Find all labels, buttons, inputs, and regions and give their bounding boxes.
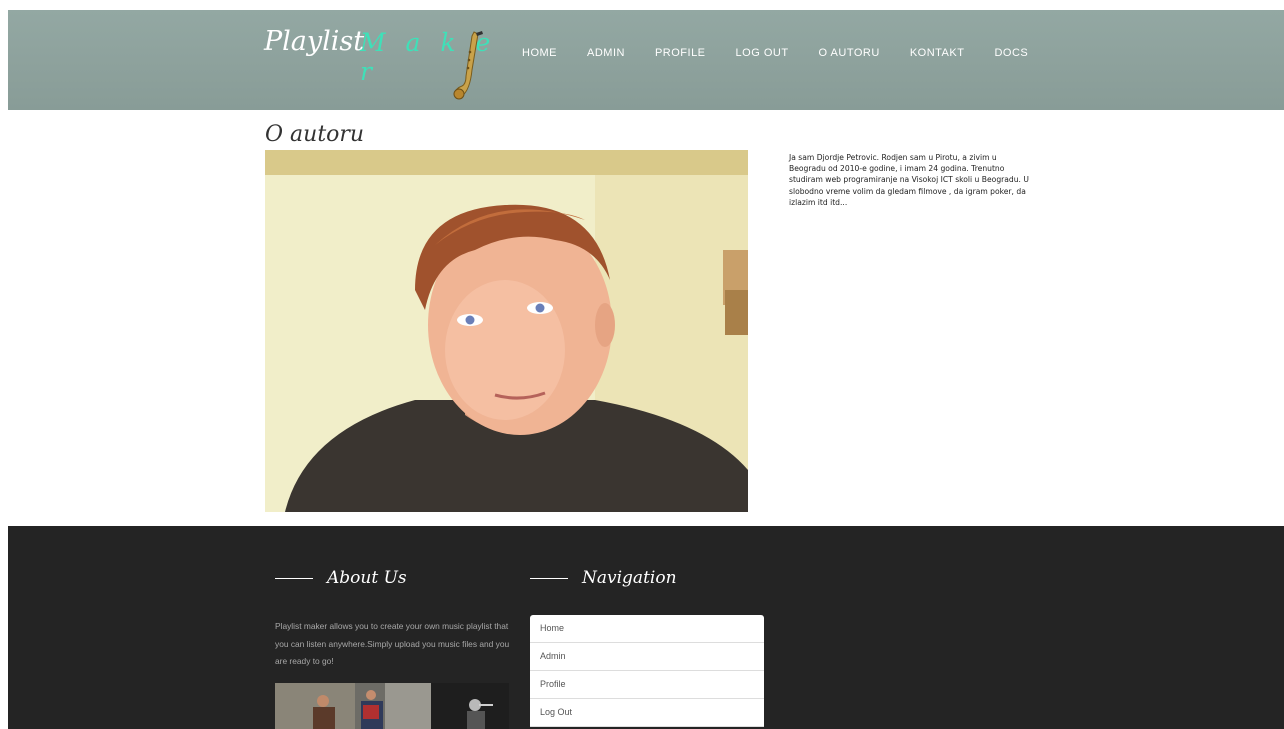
footer-nav-home[interactable]: Home <box>530 615 764 643</box>
page-title: O autoru <box>265 122 365 147</box>
heading-line <box>530 577 568 579</box>
footer-nav-profile[interactable]: Profile <box>530 671 764 699</box>
author-bio: Ja sam Djordje Petrovic. Rodjen sam u Pi… <box>789 153 1029 207</box>
brand-main-text: Playlist <box>264 26 365 57</box>
gallery-image-performers[interactable] <box>275 683 431 729</box>
saxophone-icon <box>453 31 483 100</box>
nav-profile[interactable]: PROFILE <box>640 46 721 60</box>
heading-line <box>275 577 313 579</box>
site-footer: About Us Playlist maker allows you to cr… <box>8 526 1284 729</box>
footer-nav-admin[interactable]: Admin <box>530 643 764 671</box>
footer-gallery <box>275 683 509 729</box>
page: Playlist M a k e r HOME ADMIN PROFILE LO… <box>8 10 1284 729</box>
main-nav: HOME ADMIN PROFILE LOG OUT O AUTORU KONT… <box>522 46 1043 60</box>
nav-o-autoru[interactable]: O AUTORU <box>804 46 895 60</box>
brand-logo[interactable]: Playlist M a k e r <box>264 24 504 104</box>
author-photo <box>265 150 748 512</box>
nav-admin[interactable]: ADMIN <box>572 46 640 60</box>
about-us-title: About Us <box>327 568 407 588</box>
about-us-heading: About Us <box>275 568 407 588</box>
about-us-text: Playlist maker allows you to create your… <box>275 621 510 666</box>
footer-nav-list: Home Admin Profile Log Out <box>530 615 764 727</box>
author-portrait-image <box>265 150 748 512</box>
nav-kontakt[interactable]: KONTAKT <box>895 46 980 60</box>
footer-nav-log-out[interactable]: Log Out <box>530 699 764 727</box>
nav-home[interactable]: HOME <box>522 46 572 60</box>
navigation-title: Navigation <box>582 568 677 588</box>
nav-log-out[interactable]: LOG OUT <box>721 46 804 60</box>
site-header: Playlist M a k e r HOME ADMIN PROFILE LO… <box>8 10 1284 110</box>
gallery-image-trumpeter[interactable] <box>431 683 509 729</box>
navigation-heading: Navigation <box>530 568 677 588</box>
nav-docs[interactable]: DOCS <box>979 46 1043 60</box>
